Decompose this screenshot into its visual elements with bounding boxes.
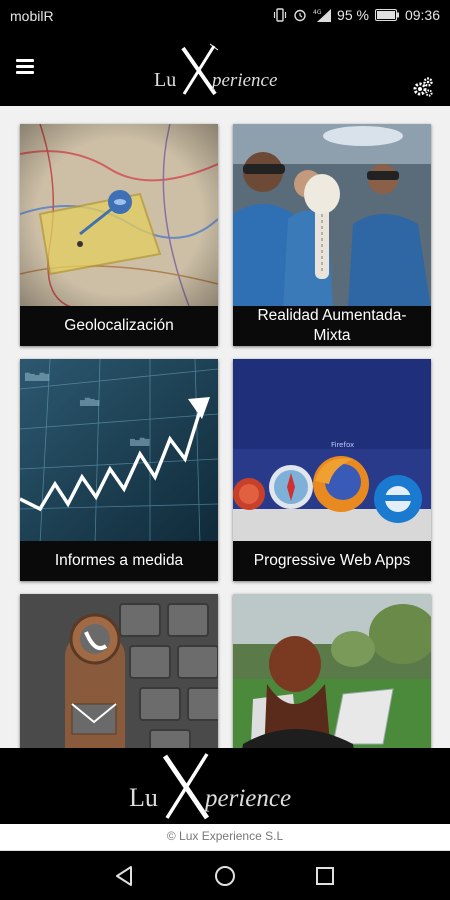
svg-text:Firefox: Firefox (331, 441, 354, 449)
svg-text:▆▅▇▆: ▆▅▇▆ (129, 437, 149, 446)
svg-text:Lu: Lu (154, 69, 176, 91)
tile-label: Realidad Aumentada-Mixta (233, 306, 431, 346)
vibrate-icon (273, 8, 287, 22)
tile-informes-a-medida[interactable]: ▇▆▅▇▆ ▅▇▆▅ ▆▅▇▆ Informes a medida (20, 359, 218, 581)
svg-text:4G: 4G (313, 9, 322, 16)
app-header: Lu perience (0, 32, 450, 106)
stock-chart-image: ▇▆▅▇▆ ▅▇▆▅ ▆▅▇▆ (20, 359, 218, 544)
map-pin-image (20, 124, 218, 309)
back-icon[interactable] (113, 864, 137, 888)
footer-logo: Lu perience (129, 753, 291, 820)
svg-text:Lu: Lu (129, 783, 158, 812)
svg-text:perience: perience (210, 70, 277, 91)
hamburger-menu-icon[interactable] (16, 58, 38, 76)
alarm-icon (293, 8, 307, 22)
svg-text:perience: perience (203, 785, 291, 812)
tile-progressive-web-apps[interactable]: Firefox Progressive Web Apps (233, 359, 431, 581)
gears-icon[interactable] (412, 76, 434, 98)
copyright-text: © Lux Experience S.L (0, 824, 450, 851)
recent-apps-icon[interactable] (313, 864, 337, 888)
status-icons: 4G 95 % 09:36 (273, 7, 440, 23)
footer: Lu perience (0, 748, 450, 824)
battery-percent: 95 % (337, 7, 369, 23)
tile-realidad-aumentada[interactable]: Realidad Aumentada-Mixta (233, 124, 431, 346)
person-map-image (233, 594, 431, 748)
svg-text:▇▆▅▇▆: ▇▆▅▇▆ (24, 372, 49, 381)
tile-grid: Geolocalización Realidad Aumentada-Mixta (0, 106, 450, 748)
carrier-name: mobilR (10, 8, 54, 24)
tile-contact[interactable] (20, 594, 218, 748)
svg-text:▅▇▆▅: ▅▇▆▅ (79, 397, 99, 406)
status-bar: mobilR 4G 95 % 09:36 (0, 0, 450, 32)
app-logo: Lu perience (154, 43, 277, 96)
battery-icon (374, 9, 399, 21)
tile-field-map[interactable] (233, 594, 431, 748)
clock: 09:36 (404, 7, 440, 23)
tile-geolocalizacion[interactable]: Geolocalización (20, 124, 218, 346)
system-nav-bar (0, 851, 450, 900)
browser-logos-image: Firefox (233, 359, 431, 544)
phone-keyboard-image (20, 594, 218, 748)
surgeons-ar-image (233, 124, 431, 309)
signal-icon: 4G (313, 8, 332, 22)
home-icon[interactable] (213, 864, 237, 888)
tile-label: Geolocalización (20, 306, 218, 346)
tile-label: Progressive Web Apps (233, 541, 431, 581)
tile-label: Informes a medida (20, 541, 218, 581)
